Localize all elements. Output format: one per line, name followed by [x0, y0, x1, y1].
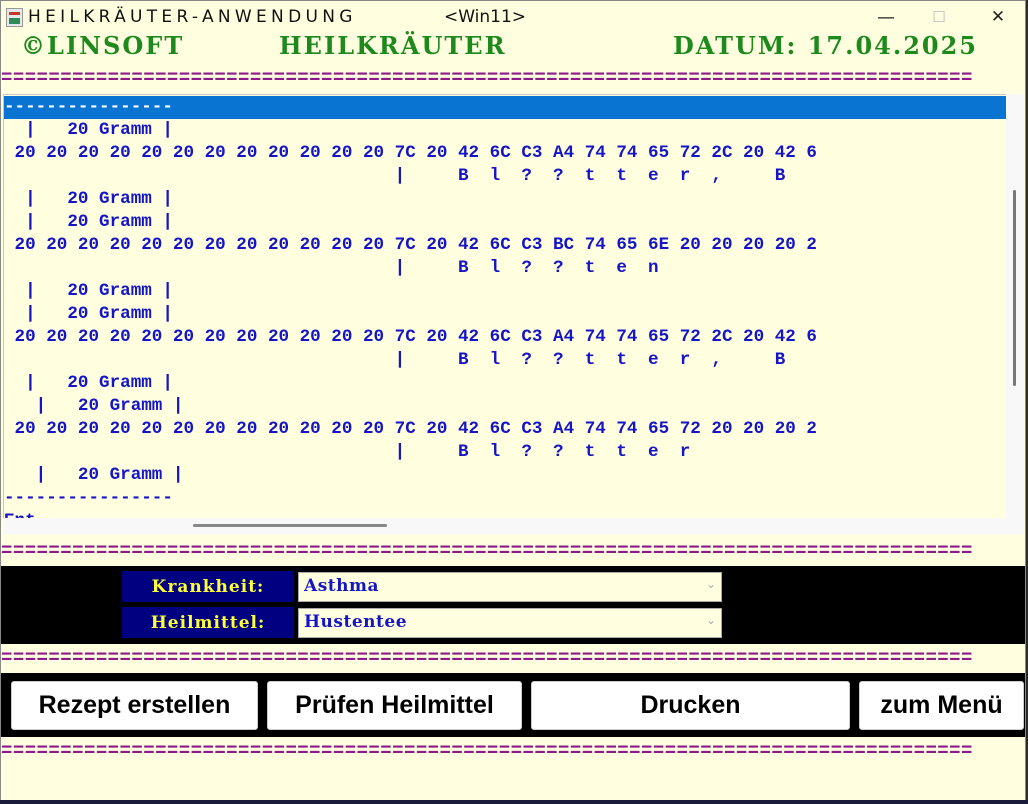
- app-header: ©LINSOFT HEILKRÄUTER DATUM: 17.04.2025: [1, 31, 1025, 61]
- heilmittel-select[interactable]: Hustentee ⌄: [298, 608, 722, 638]
- list-item[interactable]: | 20 Gramm |: [4, 464, 1006, 487]
- list-item[interactable]: | B l ? ? t t e r: [4, 441, 1006, 464]
- list-item[interactable]: | 20 Gramm |: [4, 303, 1006, 326]
- minimize-icon: —: [877, 6, 895, 28]
- heilmittel-value: Hustentee: [304, 612, 408, 632]
- krankheit-select[interactable]: Asthma ⌄: [298, 572, 722, 602]
- krankheit-value: Asthma: [304, 576, 379, 596]
- list-item[interactable]: 20 20 20 20 20 20 20 20 20 20 20 20 7C 2…: [4, 418, 1006, 441]
- horizontal-scrollbar[interactable]: [3, 518, 1006, 534]
- window-title: HEILKRÄUTER-ANWENDUNG: [28, 7, 357, 27]
- vertical-scroll-thumb[interactable]: [1013, 190, 1016, 386]
- window-subtitle: <Win11>: [444, 7, 527, 27]
- list-item[interactable]: | 20 Gramm |: [4, 211, 1006, 234]
- separator-line: ========================================…: [1, 651, 973, 665]
- menu-button[interactable]: zum Menü: [859, 681, 1024, 730]
- list-item[interactable]: 20 20 20 20 20 20 20 20 20 20 20 20 7C 2…: [4, 234, 1006, 257]
- print-button[interactable]: Drucken: [531, 681, 850, 730]
- list-item[interactable]: | 20 Gramm |: [4, 119, 1006, 142]
- close-icon: ✕: [990, 7, 1006, 27]
- list-item[interactable]: | 20 Gramm |: [4, 280, 1006, 303]
- separator-line: ========================================…: [1, 71, 973, 85]
- selection-panel: Krankheit: Asthma ⌄ Heilmittel: Hustente…: [1, 566, 1025, 644]
- maximize-icon: ☐: [932, 8, 946, 26]
- list-item[interactable]: | 20 Gramm |: [4, 372, 1006, 395]
- list-item[interactable]: ----------------: [4, 487, 1006, 510]
- maximize-button[interactable]: ☐: [916, 1, 962, 33]
- list-item[interactable]: | B l ? ? t t e r , B: [4, 165, 1006, 188]
- create-recipe-button[interactable]: Rezept erstellen: [11, 681, 258, 730]
- list-item[interactable]: | 20 Gramm |: [4, 395, 1006, 418]
- separator-line: ========================================…: [1, 744, 973, 758]
- list-item[interactable]: 20 20 20 20 20 20 20 20 20 20 20 20 7C 2…: [4, 326, 1006, 349]
- heilmittel-label: Heilmittel:: [122, 607, 294, 638]
- background-strip: [0, 800, 1028, 804]
- app-name: HEILKRÄUTER: [279, 31, 507, 60]
- list-item[interactable]: | 20 Gramm |: [4, 188, 1006, 211]
- list-item[interactable]: 20 20 20 20 20 20 20 20 20 20 20 20 7C 2…: [4, 142, 1006, 165]
- horizontal-scroll-thumb[interactable]: [193, 524, 387, 527]
- app-icon: [6, 8, 23, 27]
- header-date: DATUM: 17.04.2025: [673, 31, 978, 60]
- check-remedy-button[interactable]: Prüfen Heilmittel: [267, 681, 522, 730]
- krankheit-label: Krankheit:: [122, 571, 294, 602]
- close-button[interactable]: ✕: [975, 1, 1021, 33]
- chevron-down-icon[interactable]: ⌄: [706, 613, 716, 627]
- minimize-button[interactable]: —: [863, 1, 909, 33]
- separator-line: ========================================…: [1, 544, 973, 558]
- output-list[interactable]: ---------------- | 20 Gramm | 20 20 20 2…: [3, 94, 1007, 520]
- app-window: HEILKRÄUTER-ANWENDUNG <Win11> — ☐ ✕ ©LIN…: [0, 0, 1026, 802]
- chevron-down-icon[interactable]: ⌄: [706, 577, 716, 591]
- list-item[interactable]: | B l ? ? t e n: [4, 257, 1006, 280]
- list-item-selected[interactable]: ----------------: [4, 96, 1006, 119]
- company-name: ©LINSOFT: [21, 31, 185, 60]
- vertical-scrollbar[interactable]: [1006, 94, 1024, 534]
- title-bar[interactable]: HEILKRÄUTER-ANWENDUNG <Win11> — ☐ ✕: [1, 1, 1025, 33]
- list-item[interactable]: | B l ? ? t t e r , B: [4, 349, 1006, 372]
